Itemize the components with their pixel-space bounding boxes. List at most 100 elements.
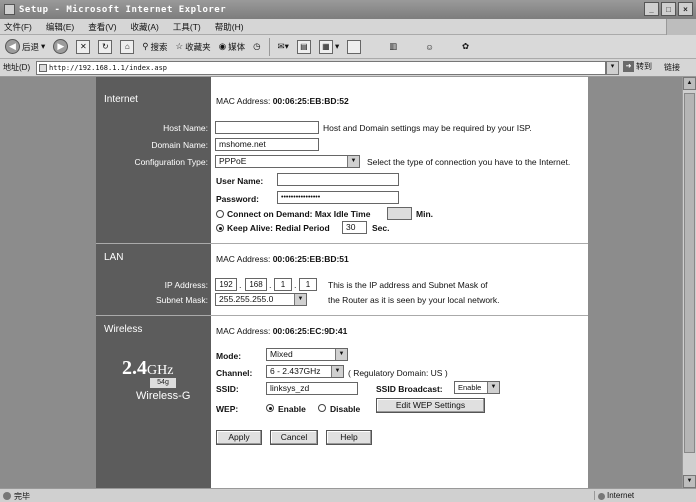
home-button[interactable]: ⌂	[118, 37, 136, 57]
ip-octet-2[interactable]: 168	[245, 278, 267, 291]
links-button[interactable]: 链接	[664, 62, 680, 73]
ssid-label: SSID:	[216, 384, 239, 394]
ip-octet-4[interactable]: 1	[299, 278, 317, 291]
host-name-input[interactable]	[215, 121, 319, 134]
forward-arrow-icon: ▶	[53, 39, 69, 54]
toolbar: ◀ 后退 ▾ ▶ ✕ ↻ ⌂ ⚲ 搜索 ☆ 收藏夹 ◉ 媒体 ◷ ✉▾ ▤ ▦ ▾…	[0, 35, 696, 59]
cancel-button[interactable]: Cancel	[270, 430, 318, 445]
mode-select[interactable]: Mixed ▼	[266, 348, 348, 361]
internet-mac: MAC Address: 00:06:25:EB:BD:52	[216, 96, 349, 106]
research-button[interactable]: ▥	[387, 37, 399, 57]
close-icon[interactable]: ×	[678, 2, 693, 16]
edit-wep-settings-button[interactable]: Edit WEP Settings	[376, 398, 485, 413]
mail-icon: ✉▾	[277, 41, 289, 51]
ssid-input[interactable]: linksys_zd	[266, 382, 358, 395]
scroll-down-icon[interactable]: ▼	[683, 475, 696, 488]
window-controls: _ □ ×	[644, 2, 693, 16]
title-bar: Setup - Microsoft Internet Explorer _ □ …	[0, 0, 696, 19]
mask-hint: the Router as it is seen by your local n…	[328, 295, 500, 305]
logo-name: Wireless-G	[136, 390, 191, 402]
scroll-up-icon[interactable]: ▲	[683, 77, 696, 90]
status-bar: 完毕 Internet	[0, 488, 696, 502]
keep-alive-radio[interactable]	[216, 224, 224, 232]
password-input[interactable]: ••••••••••••••••	[277, 191, 399, 204]
subnet-mask-select[interactable]: 255.255.255.0 ▼	[215, 293, 307, 306]
section-wireless-title: Wireless	[104, 324, 143, 335]
ip-octet-1[interactable]: 192	[215, 278, 237, 291]
lan-mac: MAC Address: 00:06:25:EB:BD:51	[216, 254, 349, 264]
windows-logo-icon	[666, 19, 696, 35]
edit-icon: ▦	[318, 39, 333, 54]
max-idle-time-input[interactable]	[387, 207, 412, 220]
stop-button[interactable]: ✕	[74, 37, 92, 57]
go-arrow-icon: ➜	[623, 61, 634, 72]
address-url: http://192.168.1.1/index.asp	[49, 64, 168, 72]
wep-enable-radio[interactable]	[266, 404, 274, 412]
page-status-icon	[3, 492, 11, 500]
apply-button[interactable]: Apply	[216, 430, 262, 445]
security-zone: Internet	[594, 491, 634, 500]
page-viewport: Internet MAC Address: 00:06:25:EB:BD:52 …	[0, 77, 682, 488]
media-button[interactable]: ◉ 媒体	[217, 37, 247, 57]
discuss-button[interactable]	[345, 37, 363, 57]
password-label: Password:	[216, 194, 259, 204]
address-dropdown[interactable]: ▾	[606, 61, 619, 75]
favorites-label: 收藏夹	[185, 41, 211, 52]
back-button[interactable]: ◀ 后退 ▾	[3, 37, 47, 57]
chevron-down-icon: ▼	[294, 294, 306, 305]
edit-button[interactable]: ▦ ▾	[317, 37, 341, 57]
go-button[interactable]: ➜ 转到	[623, 61, 652, 72]
user-name-input[interactable]	[277, 173, 399, 186]
section-divider	[96, 243, 588, 244]
wep-disable-label: Disable	[330, 404, 361, 414]
mail-button[interactable]: ✉▾	[276, 37, 291, 57]
configuration-hint: Select the type of connection you have t…	[367, 157, 571, 167]
address-input[interactable]: http://192.168.1.1/index.asp	[36, 61, 606, 75]
mac-label: MAC Address:	[216, 254, 271, 264]
ip-octet-3[interactable]: 1	[274, 278, 292, 291]
menu-view[interactable]: 查看(V)	[88, 21, 116, 33]
refresh-icon: ↻	[98, 39, 113, 54]
connect-on-demand-radio[interactable]	[216, 210, 224, 218]
vertical-scrollbar[interactable]: ▲ ▼	[682, 77, 696, 488]
forward-button[interactable]: ▶	[51, 37, 70, 57]
messenger-button[interactable]: ☺	[423, 37, 436, 57]
maximize-icon[interactable]: □	[661, 2, 676, 16]
section-lan-title: LAN	[104, 252, 124, 263]
channel-select[interactable]: 6 - 2.437GHz ▼	[266, 365, 344, 378]
menu-favorites[interactable]: 收藏(A)	[131, 21, 159, 33]
chevron-down-icon: ▼	[335, 349, 347, 360]
minimize-icon[interactable]: _	[644, 2, 659, 16]
help-button[interactable]: Help	[326, 430, 372, 445]
keep-alive-label: Keep Alive: Redial Period	[227, 223, 330, 233]
wep-disable-radio[interactable]	[318, 404, 326, 412]
menu-file[interactable]: 文件(F)	[4, 21, 32, 33]
refresh-button[interactable]: ↻	[96, 37, 114, 57]
print-button[interactable]: ▤	[295, 37, 313, 57]
address-bar: 地址(D) http://192.168.1.1/index.asp ▾ ➜ 转…	[0, 59, 696, 77]
menu-tools[interactable]: 工具(T)	[173, 21, 201, 33]
page-icon	[39, 64, 47, 72]
print-icon: ▤	[296, 39, 311, 54]
domain-name-input[interactable]: mshome.net	[215, 138, 319, 151]
ssid-broadcast-select[interactable]: Enable ▼	[454, 381, 500, 394]
setup-panel: Internet MAC Address: 00:06:25:EB:BD:52 …	[96, 77, 588, 488]
qq-button[interactable]: ✿	[460, 37, 471, 57]
chevron-down-icon: ▾	[41, 41, 46, 51]
chevron-down-icon: ▼	[487, 382, 499, 393]
search-button[interactable]: ⚲ 搜索	[140, 37, 169, 57]
configuration-type-label: Configuration Type:	[134, 157, 208, 167]
scroll-thumb[interactable]	[684, 93, 695, 453]
configuration-type-value: PPPoE	[219, 156, 247, 166]
favorites-button[interactable]: ☆ 收藏夹	[174, 37, 213, 57]
menu-help[interactable]: 帮助(H)	[215, 21, 244, 33]
toolbar-separator	[268, 37, 270, 56]
subnet-mask-value: 255.255.255.0	[219, 294, 274, 304]
configuration-type-select[interactable]: PPPoE ▼	[215, 155, 360, 168]
user-name-label: User Name:	[216, 176, 264, 186]
menu-edit[interactable]: 编辑(E)	[46, 21, 74, 33]
history-button[interactable]: ◷	[251, 37, 262, 57]
redial-period-input[interactable]: 30	[342, 221, 367, 234]
mac-value: 00:06:25:EB:BD:51	[272, 254, 349, 264]
mac-label: MAC Address:	[216, 96, 271, 106]
